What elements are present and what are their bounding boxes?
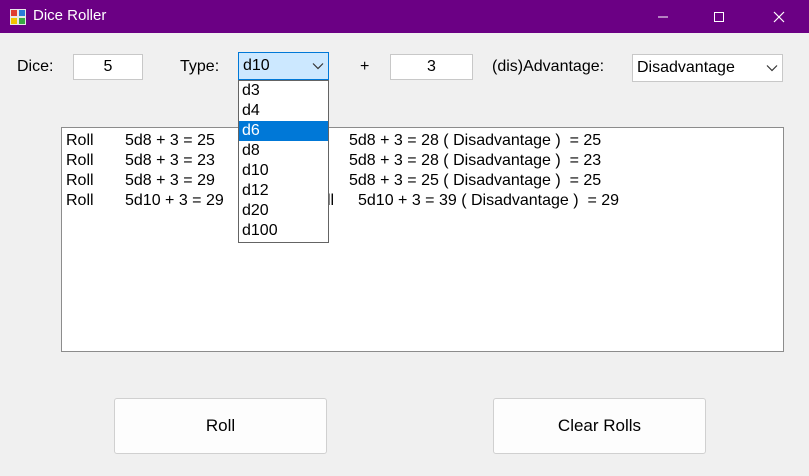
- roll-entry-result: 5d8 + 3 = 28 ( Disadvantage ) = 23: [349, 152, 602, 169]
- dice-label: Dice:: [17, 58, 54, 75]
- roll-entry-label: Roll: [66, 172, 94, 189]
- type-select[interactable]: d10: [238, 52, 329, 80]
- type-option[interactable]: d12: [239, 181, 328, 201]
- type-option[interactable]: d4: [239, 101, 328, 121]
- minimize-button[interactable]: [640, 0, 686, 33]
- maximize-button[interactable]: [696, 0, 742, 33]
- chevron-down-icon: [762, 55, 782, 81]
- roll-entry-label: Roll: [66, 152, 94, 169]
- roll-entry-result: 5d8 + 3 = 25 ( Disadvantage ) = 25: [349, 172, 602, 189]
- roll-entry: Roll 5d8 + 3 = 23 5d8 + 3 = 28 ( Disadva…: [62, 151, 783, 171]
- title-bar: Dice Roller: [0, 0, 809, 33]
- roll-entry-expression: 5d10 + 3 = 29: [125, 192, 224, 209]
- clear-rolls-button[interactable]: Clear Rolls: [493, 398, 706, 454]
- chevron-down-icon: [308, 53, 328, 79]
- roll-entry-result: 5d10 + 3 = 39 ( Disadvantage ) = 29: [358, 192, 620, 209]
- close-icon: [773, 11, 785, 22]
- roll-entry: Roll 5d10 + 3 = 29 ll 5d10 + 3 = 39 ( Di…: [62, 191, 783, 211]
- dice-count-input[interactable]: 5: [73, 54, 143, 80]
- type-select-value: d10: [243, 57, 270, 74]
- plus-label: +: [360, 58, 370, 75]
- advantage-select-value: Disadvantage: [637, 59, 735, 76]
- roll-entry-label: Roll: [66, 192, 94, 209]
- advantage-label: (dis)Advantage:: [492, 58, 605, 75]
- type-option[interactable]: d8: [239, 141, 328, 161]
- window-title: Dice Roller: [33, 7, 107, 24]
- modifier-input[interactable]: 3: [390, 54, 473, 80]
- type-dropdown-list[interactable]: d3 d4 d6 d8 d10 d12 d20 d100: [238, 80, 329, 243]
- roll-entry-expression: 5d8 + 3 = 23: [125, 152, 215, 169]
- type-option[interactable]: d100: [239, 221, 328, 241]
- advantage-select[interactable]: Disadvantage: [632, 54, 783, 82]
- maximize-icon: [714, 11, 724, 22]
- type-option[interactable]: d20: [239, 201, 328, 221]
- close-button[interactable]: [756, 0, 802, 33]
- roll-entry-expression: 5d8 + 3 = 29: [125, 172, 215, 189]
- roll-entry-expression: 5d8 + 3 = 25: [125, 132, 215, 149]
- roll-entry-result: 5d8 + 3 = 28 ( Disadvantage ) = 25: [349, 132, 602, 149]
- type-label: Type:: [180, 58, 220, 75]
- roll-entry: Roll 5d8 + 3 = 29 5d8 + 3 = 25 ( Disadva…: [62, 171, 783, 191]
- type-option[interactable]: d3: [239, 81, 328, 101]
- type-option-highlighted[interactable]: d6: [239, 121, 328, 141]
- app-icon: [10, 9, 26, 25]
- roll-entry: Roll 5d8 + 3 = 25 5d8 + 3 = 28 ( Disadva…: [62, 131, 783, 151]
- minimize-icon: [658, 16, 668, 17]
- rolls-list[interactable]: Roll 5d8 + 3 = 25 5d8 + 3 = 28 ( Disadva…: [61, 127, 784, 352]
- roll-button[interactable]: Roll: [114, 398, 327, 454]
- type-option[interactable]: d10: [239, 161, 328, 181]
- roll-entry-label: Roll: [66, 132, 94, 149]
